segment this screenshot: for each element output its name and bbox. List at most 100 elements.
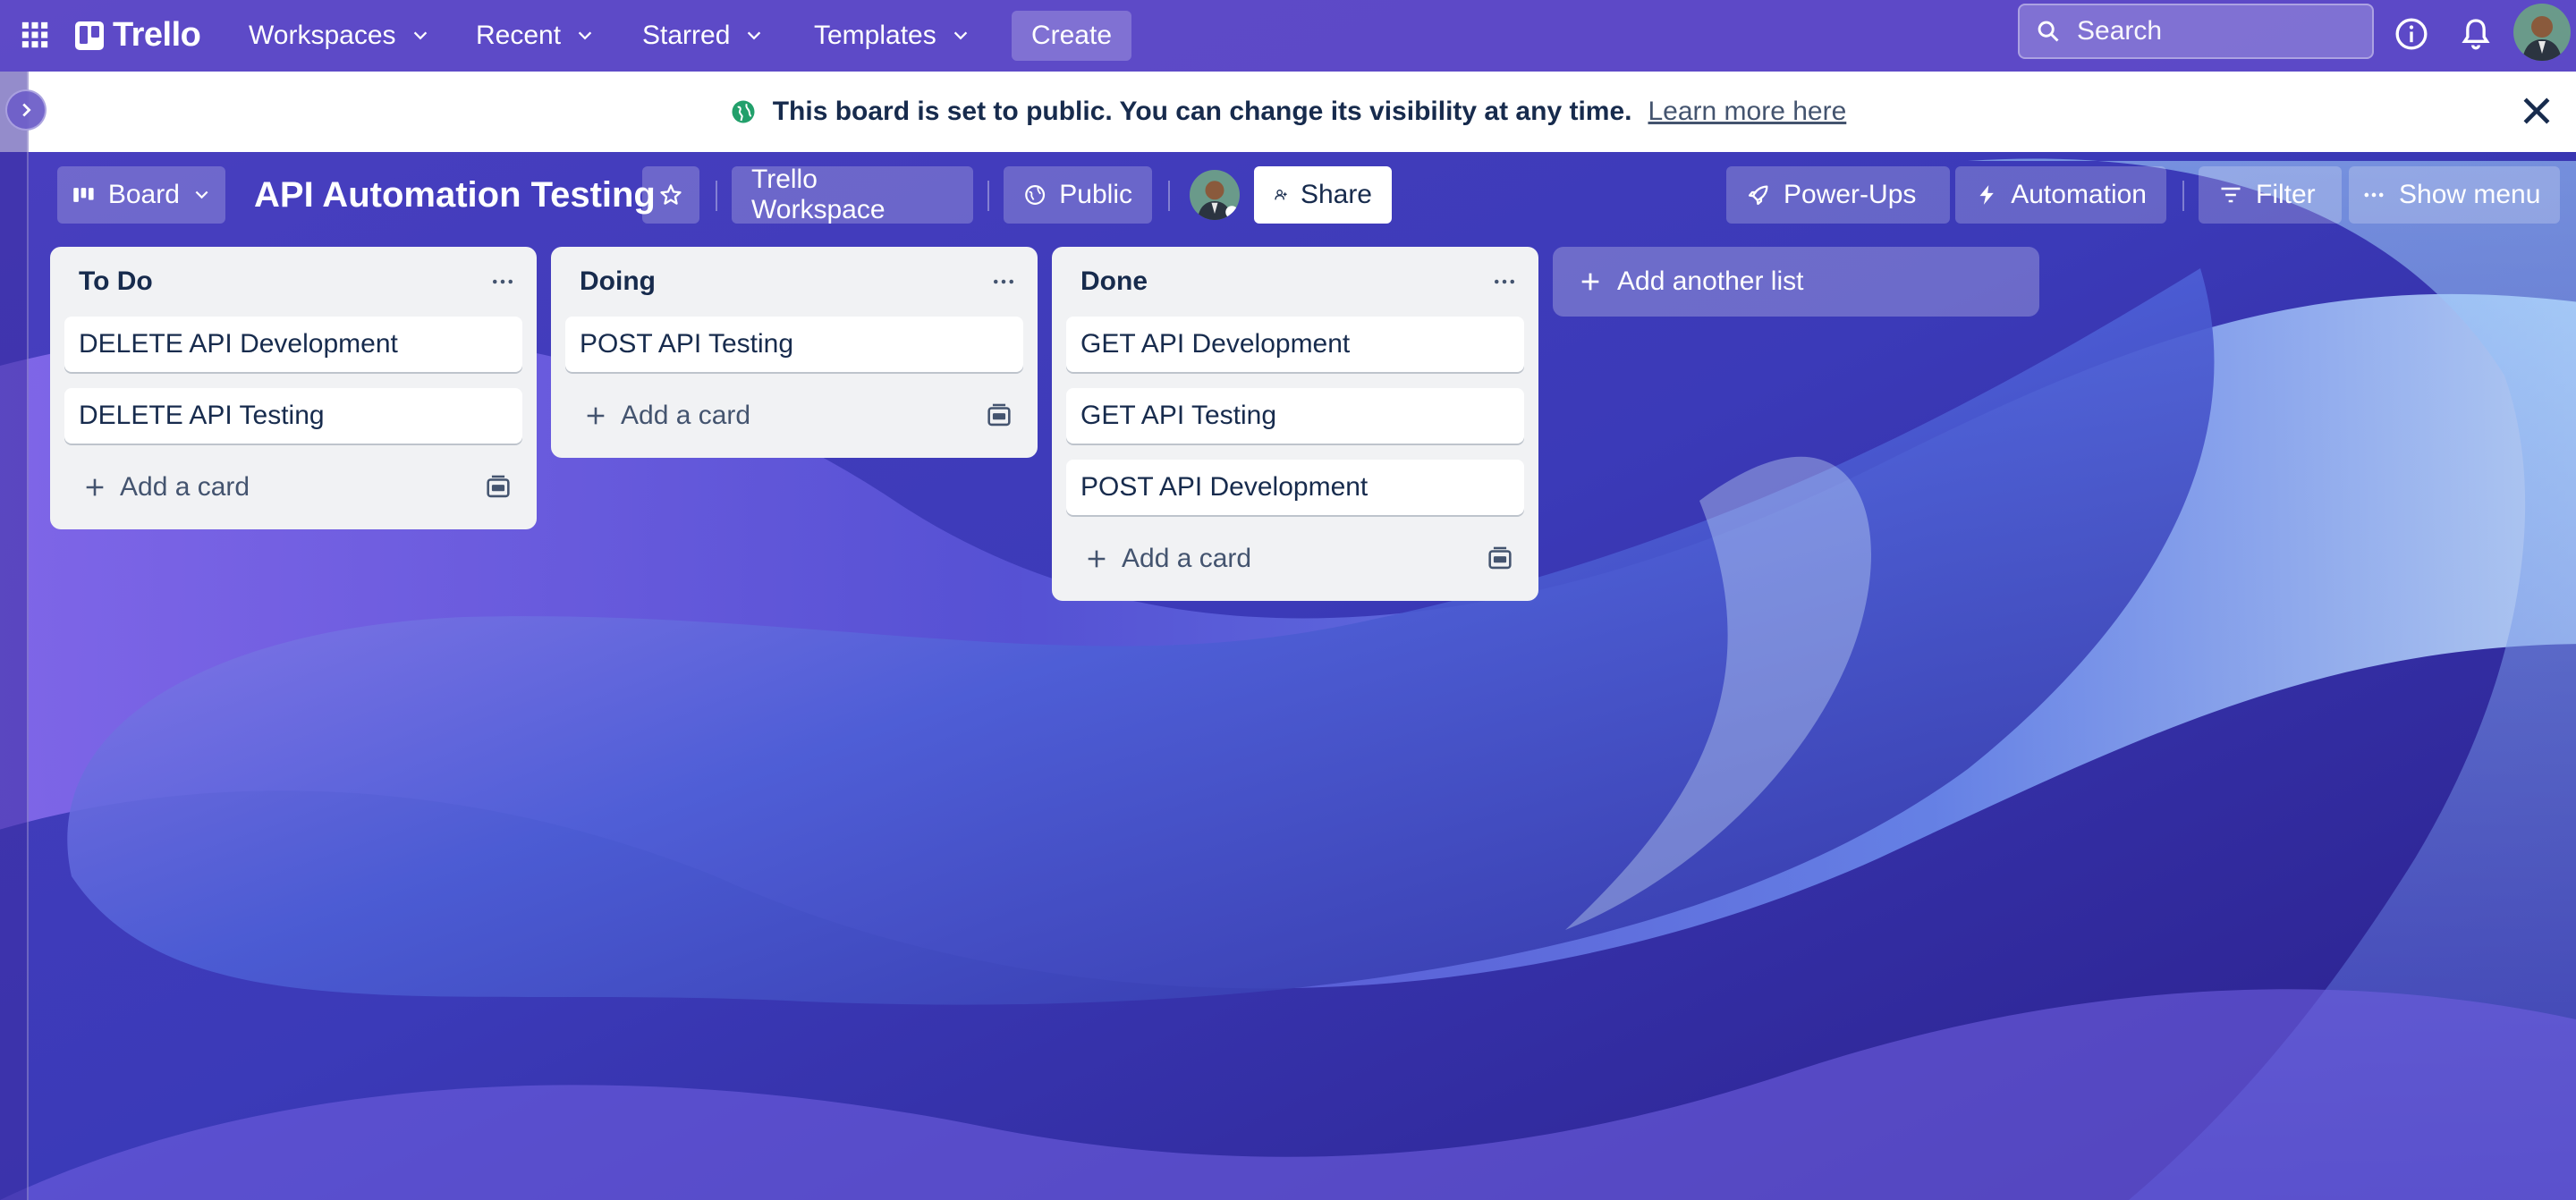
chevron-down-icon — [953, 31, 967, 40]
visibility-button[interactable]: Public — [1004, 166, 1152, 224]
card[interactable]: DELETE API Development — [64, 317, 522, 372]
list-header: Doing — [565, 247, 1023, 317]
board-view-icon — [73, 188, 94, 202]
add-list-label: Add another list — [1617, 266, 1804, 296]
card[interactable]: GET API Testing — [1066, 388, 1524, 444]
collapsed-sidebar — [0, 72, 29, 1200]
add-card-label: Add a card — [120, 472, 250, 502]
apps-grid-icon[interactable] — [20, 20, 50, 50]
list-actions-button[interactable] — [483, 262, 522, 301]
filter-button[interactable]: Filter — [2199, 166, 2342, 224]
board-view-label: Board — [107, 180, 180, 209]
close-icon[interactable] — [2517, 91, 2556, 131]
card[interactable]: POST API Development — [1066, 460, 1524, 515]
info-icon[interactable] — [2394, 16, 2429, 52]
plus-icon — [86, 478, 104, 496]
globe-icon — [1025, 185, 1046, 205]
list-header: To Do — [64, 247, 522, 317]
starred-label: Starred — [642, 21, 731, 50]
templates-label: Templates — [814, 21, 936, 50]
list-actions-button[interactable] — [984, 262, 1023, 301]
search-icon — [2038, 21, 2059, 42]
globe-icon — [732, 100, 755, 123]
add-card-label: Add a card — [621, 401, 751, 430]
search-input[interactable] — [2075, 15, 2365, 47]
header-divider — [987, 181, 989, 211]
add-card-button[interactable]: Add a card — [64, 460, 522, 515]
list-done: Done GET API Development GET API Testing… — [1052, 247, 1538, 601]
header-divider — [1168, 181, 1170, 211]
bell-icon[interactable] — [2458, 16, 2494, 52]
chevron-right-icon — [22, 103, 31, 117]
search-box[interactable] — [2018, 4, 2374, 59]
board-title[interactable]: API Automation Testing — [254, 170, 656, 220]
card-template-icon[interactable] — [483, 472, 513, 503]
board-view-switcher[interactable]: Board — [57, 166, 225, 224]
more-horizontal-icon — [1495, 279, 1514, 284]
plus-icon — [1088, 550, 1106, 568]
public-visibility-banner: This board is set to public. You can cha… — [0, 72, 2576, 152]
power-ups-button[interactable]: Power-Ups — [1726, 166, 1950, 224]
star-board-button[interactable] — [642, 166, 699, 224]
learn-more-link[interactable]: Learn more here — [1648, 97, 1846, 127]
workspace-label: Trello Workspace — [751, 165, 886, 224]
show-menu-label: Show menu — [2399, 180, 2541, 209]
more-horizontal-icon — [994, 279, 1013, 284]
trello-logo-text: Trello — [113, 16, 201, 54]
automation-button[interactable]: Automation — [1955, 166, 2166, 224]
plus-icon — [1581, 273, 1599, 291]
templates-menu[interactable]: Templates — [801, 13, 983, 59]
lightning-icon — [1979, 185, 1994, 205]
user-avatar[interactable] — [2513, 4, 2571, 61]
card[interactable]: POST API Testing — [565, 317, 1023, 372]
trello-logo[interactable]: Trello — [75, 16, 201, 55]
add-another-list-button[interactable]: Add another list — [1553, 247, 2039, 317]
add-card-button[interactable]: Add a card — [1066, 531, 1524, 587]
card[interactable]: GET API Development — [1066, 317, 1524, 372]
list-actions-button[interactable] — [1485, 262, 1524, 301]
add-card-button[interactable]: Add a card — [565, 388, 1023, 444]
add-person-icon — [1275, 190, 1287, 200]
list-title[interactable]: Doing — [580, 266, 656, 297]
create-button[interactable]: Create — [1012, 11, 1131, 61]
show-menu-button[interactable]: Show menu — [2349, 166, 2560, 224]
banner-message: This board is set to public. You can cha… — [772, 97, 1632, 126]
rocket-icon — [1748, 185, 1768, 206]
recent-label: Recent — [476, 21, 562, 50]
chevron-down-icon — [578, 31, 592, 40]
list-doing: Doing POST API Testing Add a card — [551, 247, 1038, 458]
recent-menu[interactable]: Recent — [463, 13, 607, 59]
add-card-label: Add a card — [1122, 544, 1252, 573]
star-icon — [660, 184, 682, 205]
list-title[interactable]: To Do — [79, 266, 153, 297]
chevron-down-icon — [195, 190, 208, 199]
list-header: Done — [1066, 247, 1524, 317]
share-button[interactable]: Share — [1254, 166, 1392, 224]
list-title[interactable]: Done — [1080, 266, 1148, 297]
card-template-icon[interactable] — [1485, 544, 1515, 574]
top-navigation-bar: Trello Workspaces Recent Starred Templat… — [0, 0, 2576, 72]
workspaces-menu[interactable]: Workspaces — [236, 13, 443, 59]
trello-logo-icon — [75, 21, 104, 50]
workspaces-label: Workspaces — [249, 21, 396, 50]
starred-menu[interactable]: Starred — [630, 13, 776, 59]
card[interactable]: DELETE API Testing — [64, 388, 522, 444]
filter-label: Filter — [2256, 180, 2316, 209]
user-avatar-image — [2513, 4, 2571, 61]
workspace-button[interactable]: Trello Workspace — [732, 165, 973, 224]
power-ups-label: Power-Ups — [1784, 180, 1917, 209]
more-horizontal-icon — [493, 279, 513, 284]
chevron-down-icon — [748, 31, 761, 40]
header-divider — [2182, 181, 2184, 211]
plus-icon — [587, 407, 605, 425]
card-template-icon[interactable] — [984, 401, 1014, 431]
more-horizontal-icon — [2364, 192, 2384, 198]
board-member-avatar[interactable] — [1190, 170, 1240, 220]
expand-sidebar-button[interactable] — [5, 89, 47, 131]
chevron-down-icon — [413, 31, 427, 40]
list-to-do: To Do DELETE API Development DELETE API … — [50, 247, 537, 529]
share-label: Share — [1300, 180, 1372, 209]
filter-icon — [2221, 187, 2241, 203]
visibility-label: Public — [1059, 180, 1132, 209]
create-label: Create — [1030, 21, 1113, 50]
